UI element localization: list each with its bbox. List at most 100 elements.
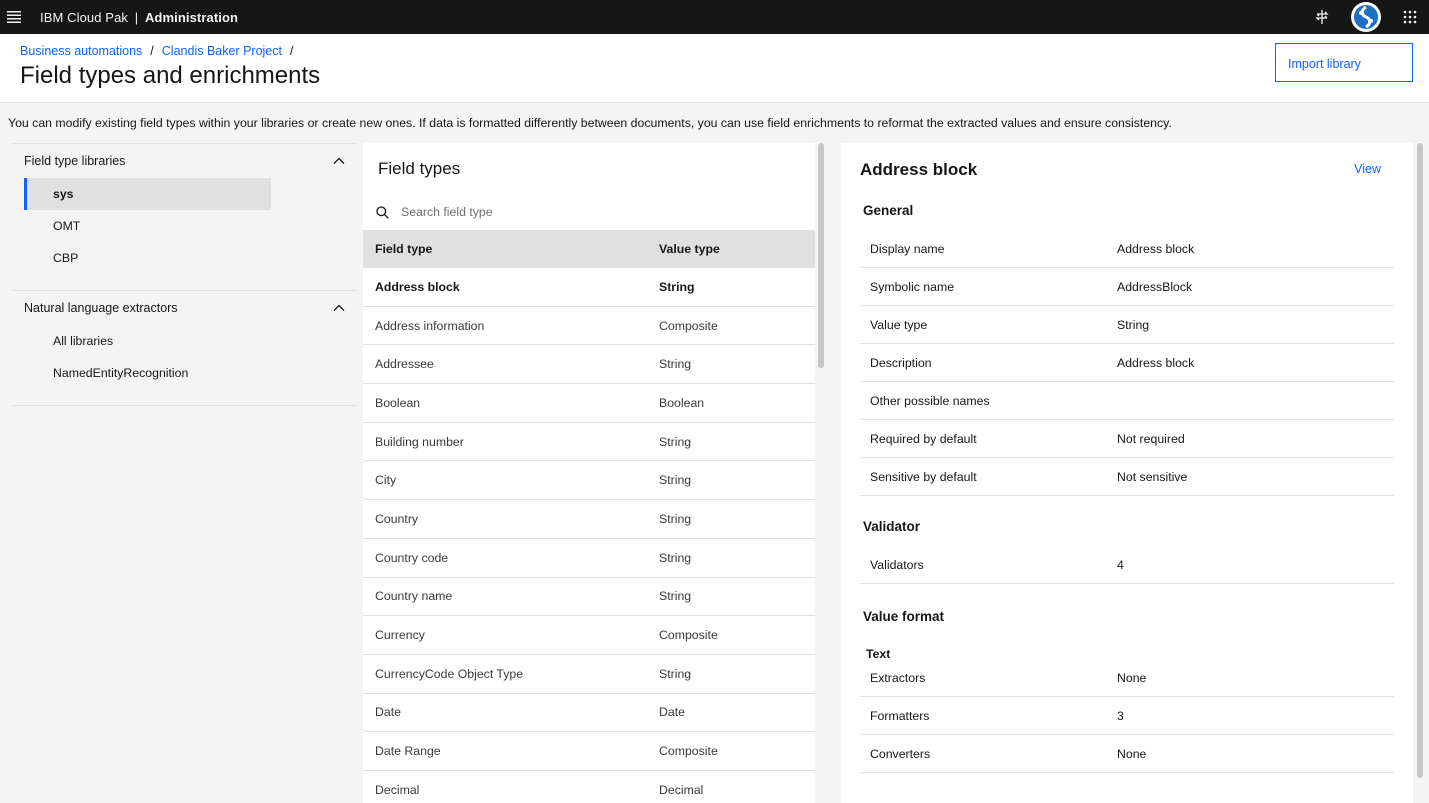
detail-value: Not sensitive bbox=[1117, 469, 1188, 484]
table-row[interactable]: Address block String bbox=[363, 268, 815, 307]
sidebar: Field type libraries sys OMT CBP Natural… bbox=[12, 143, 357, 406]
table-row[interactable]: Date Date bbox=[363, 694, 815, 733]
cell-value-type: String bbox=[659, 550, 692, 565]
table-row[interactable]: Addressee String bbox=[363, 345, 815, 385]
cell-field-type: Address block bbox=[375, 279, 460, 294]
sidebar-item-omt[interactable]: OMT bbox=[24, 210, 283, 242]
detail-value: Address block bbox=[1117, 355, 1195, 370]
table-row[interactable]: Date Range Composite bbox=[363, 732, 815, 771]
brand-prefix: IBM Cloud Pak bbox=[40, 9, 129, 25]
cell-field-type: Decimal bbox=[375, 782, 420, 797]
sidebar-item-cbp[interactable]: CBP bbox=[24, 242, 283, 274]
cell-field-type: City bbox=[375, 473, 397, 488]
table-row[interactable]: Boolean Boolean bbox=[363, 384, 815, 423]
cell-field-type: Currency bbox=[375, 628, 425, 643]
import-library-button[interactable]: Import library bbox=[1275, 43, 1413, 82]
sidebar-item-sys[interactable]: sys bbox=[24, 178, 271, 210]
table-row[interactable]: Country String bbox=[363, 500, 815, 539]
detail-key: Description bbox=[870, 355, 932, 370]
detail-value: String bbox=[1117, 317, 1150, 332]
sidebar-section-header[interactable]: Natural language extractors bbox=[12, 291, 357, 325]
cell-value-type: String bbox=[659, 666, 692, 681]
cell-field-type: Date bbox=[375, 705, 401, 720]
brand-separator: | bbox=[134, 9, 139, 25]
sidebar-item-all-libraries[interactable]: All libraries bbox=[24, 325, 283, 357]
sidebar-section-field-type-libraries: Field type libraries sys OMT CBP bbox=[12, 143, 357, 290]
field-types-panel: Field types Field type Value type Addres… bbox=[363, 143, 815, 803]
sidebar-section-title: Natural language extractors bbox=[24, 301, 178, 315]
table-row[interactable]: Address information Composite bbox=[363, 307, 815, 346]
app-brand[interactable]: IBM Cloud Pak | Administration bbox=[40, 10, 238, 25]
table-row[interactable]: City String bbox=[363, 461, 815, 501]
detail-key: Formatters bbox=[870, 708, 930, 723]
detail-value: Address block bbox=[1117, 241, 1195, 256]
cell-field-type: Country code bbox=[375, 550, 449, 565]
detail-row: Sensitive by default Not sensitive bbox=[860, 458, 1394, 496]
detail-row: Description Address block bbox=[860, 344, 1394, 382]
breadcrumb-item-business-automations[interactable]: Business automations bbox=[20, 44, 142, 58]
breadcrumb-separator: / bbox=[150, 44, 154, 58]
detail-value: 3 bbox=[1117, 708, 1124, 723]
column-header-field-type[interactable]: Field type bbox=[363, 242, 647, 256]
table-row[interactable]: Building number String bbox=[363, 423, 815, 462]
sidebar-item-named-entity-recognition[interactable]: NamedEntityRecognition bbox=[24, 357, 283, 389]
intro-text: You can modify existing field types with… bbox=[8, 116, 1172, 130]
detail-row: Validators 4 bbox=[860, 546, 1394, 584]
detail-key: Sensitive by default bbox=[870, 469, 977, 484]
cell-value-type: Decimal bbox=[659, 782, 704, 797]
page-header: Business automations / Clandis Baker Pro… bbox=[0, 34, 1429, 103]
breadcrumb: Business automations / Clandis Baker Pro… bbox=[20, 44, 301, 58]
search-icon bbox=[363, 205, 401, 219]
chevron-up-icon bbox=[333, 304, 345, 312]
detail-key: Required by default bbox=[870, 431, 977, 446]
cell-value-type: String bbox=[659, 473, 692, 488]
table-row[interactable]: Currency Composite bbox=[363, 616, 815, 655]
cell-value-type: String bbox=[659, 357, 692, 372]
table-row[interactable]: Country name String bbox=[363, 578, 815, 617]
column-header-value-type[interactable]: Value type bbox=[647, 242, 815, 256]
table-row[interactable]: CurrencyCode Object Type String bbox=[363, 655, 815, 694]
cell-field-type: Date Range bbox=[375, 744, 441, 759]
section-title-validator: Validator bbox=[863, 519, 921, 534]
cell-field-type: Address information bbox=[375, 318, 485, 333]
table-row[interactable]: Decimal Decimal bbox=[363, 771, 815, 803]
detail-scrollbar[interactable] bbox=[1417, 143, 1423, 778]
detail-value: AddressBlock bbox=[1117, 279, 1193, 294]
app-switcher-icon[interactable] bbox=[1391, 0, 1429, 34]
sidebar-section-title: Field type libraries bbox=[24, 154, 126, 168]
chevron-up-icon bbox=[333, 157, 345, 165]
detail-row: Extractors None bbox=[860, 659, 1394, 697]
detail-row: Formatters 3 bbox=[860, 697, 1394, 735]
cell-value-type: String bbox=[659, 511, 692, 526]
detail-key: Symbolic name bbox=[870, 279, 955, 294]
avatar-icon[interactable] bbox=[1351, 2, 1381, 32]
cell-field-type: CurrencyCode Object Type bbox=[375, 666, 524, 681]
detail-value: None bbox=[1117, 670, 1147, 685]
detail-key: Validators bbox=[870, 557, 924, 572]
pin-icon[interactable] bbox=[1303, 0, 1341, 34]
detail-value: None bbox=[1117, 746, 1147, 761]
breadcrumb-item-project[interactable]: Clandis Baker Project bbox=[162, 44, 282, 58]
top-bar: IBM Cloud Pak | Administration bbox=[0, 0, 1429, 34]
menu-icon[interactable] bbox=[0, 0, 28, 34]
detail-row: Value type String bbox=[860, 306, 1394, 344]
detail-key: Display name bbox=[870, 241, 945, 256]
sidebar-section-header[interactable]: Field type libraries bbox=[12, 144, 357, 178]
section-title-general: General bbox=[863, 203, 914, 218]
detail-row: Symbolic name AddressBlock bbox=[860, 268, 1394, 306]
field-types-scrollbar[interactable] bbox=[818, 143, 824, 368]
detail-row: Other possible names bbox=[860, 382, 1394, 420]
field-types-title: Field types bbox=[378, 159, 461, 178]
detail-value: 4 bbox=[1117, 557, 1124, 572]
detail-row: Display name Address block bbox=[860, 230, 1394, 268]
cell-value-type: String bbox=[659, 434, 692, 449]
view-link[interactable]: View bbox=[1354, 162, 1381, 176]
cell-field-type: Boolean bbox=[375, 395, 421, 410]
search-input[interactable] bbox=[401, 205, 781, 219]
detail-key: Converters bbox=[870, 746, 931, 761]
cell-value-type: Composite bbox=[659, 744, 718, 759]
cell-value-type: Boolean bbox=[659, 395, 705, 410]
cell-field-type: Addressee bbox=[375, 357, 434, 372]
cell-value-type: String bbox=[659, 589, 692, 604]
table-row[interactable]: Country code String bbox=[363, 539, 815, 578]
